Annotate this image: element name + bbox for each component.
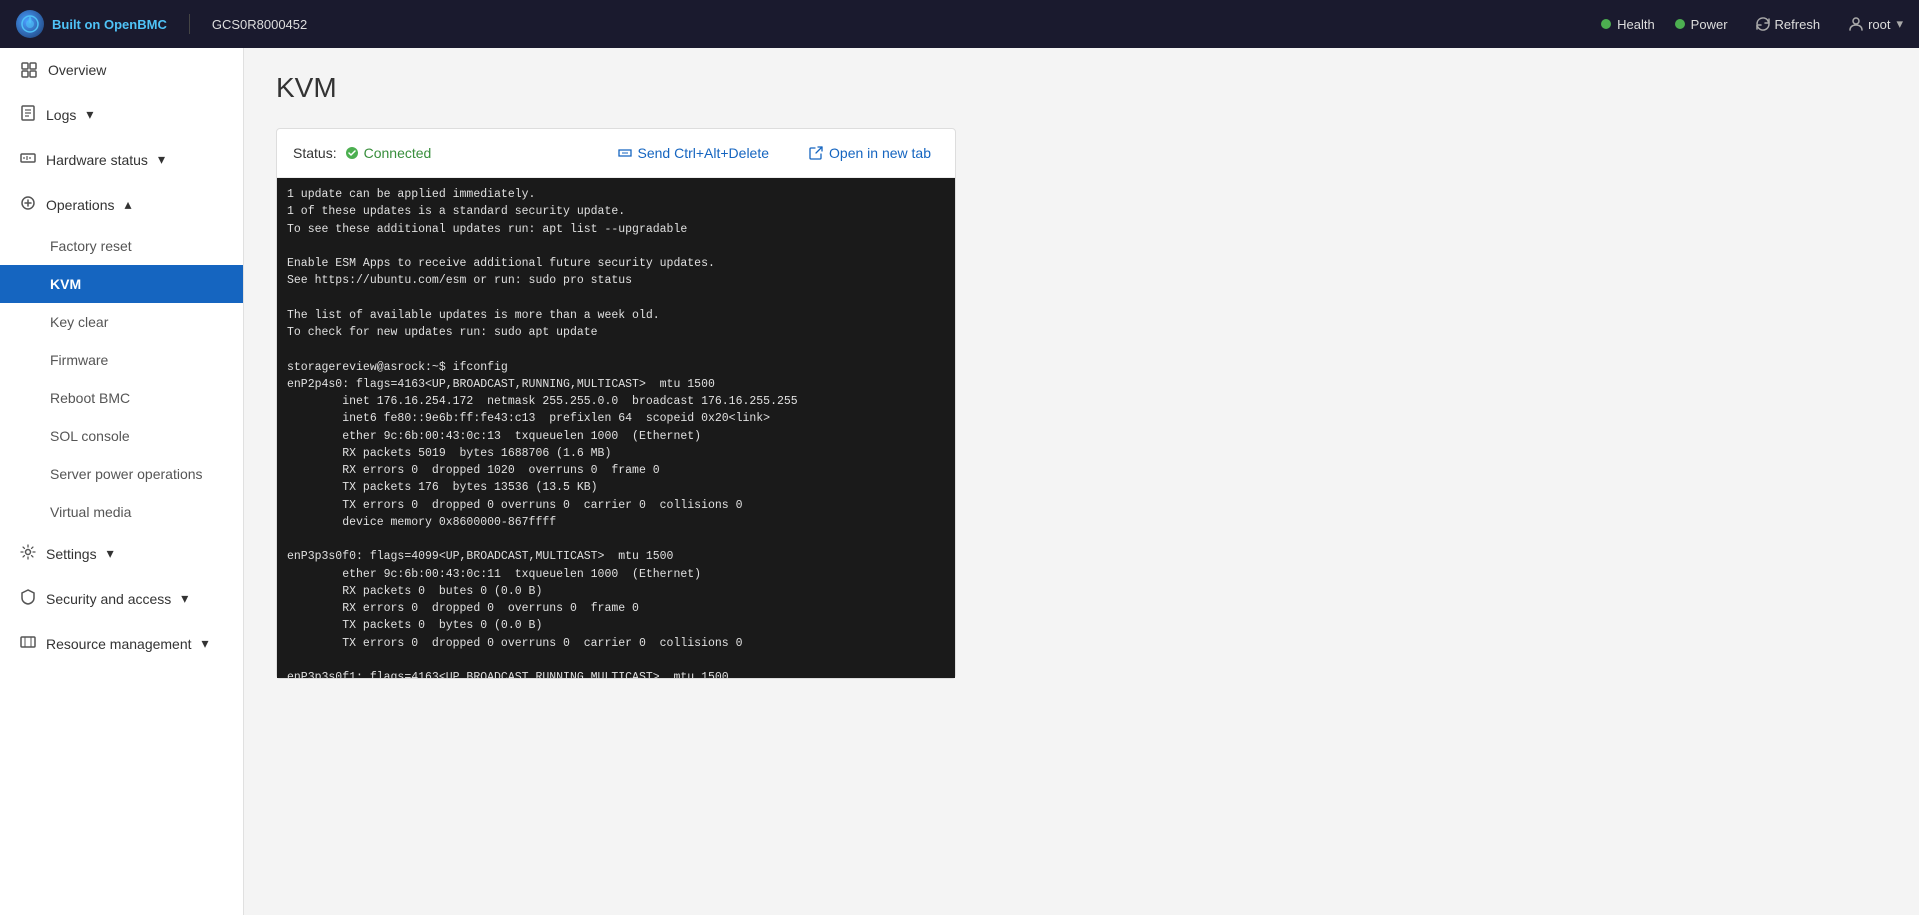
kvm-actions: Send Ctrl+Alt+Delete Open in new tab xyxy=(610,141,940,165)
sidebar-section-security: Security and access ▾ xyxy=(0,576,243,621)
health-label: Health xyxy=(1617,17,1655,32)
sidebar-item-logs[interactable]: Logs ▾ xyxy=(0,92,243,137)
topbar: Built on OpenBMC GCS0R8000452 Health Pow… xyxy=(0,0,1919,48)
sidebar-item-firmware[interactable]: Firmware xyxy=(0,341,243,379)
sidebar-security-label: Security and access xyxy=(46,591,171,607)
sidebar-item-security[interactable]: Security and access ▾ xyxy=(0,576,243,621)
sidebar-hardware-label: Hardware status xyxy=(46,152,148,168)
sidebar-item-operations[interactable]: Operations ▴ xyxy=(0,182,243,227)
logs-chevron: ▾ xyxy=(86,106,93,123)
sidebar-item-key-clear[interactable]: Key clear xyxy=(0,303,243,341)
open-new-tab-icon xyxy=(809,146,823,160)
sidebar-overview-label: Overview xyxy=(48,62,223,78)
sidebar-item-overview[interactable]: Overview xyxy=(0,48,243,92)
kvm-status-row: Status: Connected xyxy=(293,145,431,161)
openbmc-logo-icon xyxy=(16,10,44,38)
sidebar-item-virtual-media[interactable]: Virtual media xyxy=(0,493,243,531)
refresh-icon xyxy=(1756,17,1770,31)
sidebar-section-logs: Logs ▾ xyxy=(0,92,243,137)
sidebar-item-kvm[interactable]: KVM xyxy=(0,265,243,303)
sidebar-resource-label: Resource management xyxy=(46,636,192,652)
security-icon xyxy=(20,589,36,608)
operations-icon xyxy=(20,195,36,214)
kvm-toolbar: Status: Connected xyxy=(277,129,955,178)
resource-icon xyxy=(20,634,36,653)
kvm-terminal[interactable]: 1 update can be applied immediately. 1 o… xyxy=(277,178,955,678)
topbar-device-id: GCS0R8000452 xyxy=(212,17,307,32)
open-new-tab-button[interactable]: Open in new tab xyxy=(801,141,939,165)
sidebar-logs-label: Logs xyxy=(46,107,76,123)
operations-chevron: ▴ xyxy=(124,196,131,213)
sidebar-item-reboot-bmc[interactable]: Reboot BMC xyxy=(0,379,243,417)
kvm-panel: Status: Connected xyxy=(276,128,956,679)
sidebar-item-resource-mgmt[interactable]: Resource management ▾ xyxy=(0,621,243,666)
sidebar-item-hardware-status[interactable]: Hardware status ▾ xyxy=(0,137,243,182)
topbar-divider xyxy=(189,14,190,34)
sidebar-section-operations: Operations ▴ Factory reset KVM Key clear… xyxy=(0,182,243,531)
status-label: Status: xyxy=(293,145,337,161)
user-icon xyxy=(1848,16,1864,32)
logs-icon xyxy=(20,105,36,124)
page-title: KVM xyxy=(276,72,1887,104)
sidebar-section-settings: Settings ▾ xyxy=(0,531,243,576)
resource-chevron: ▾ xyxy=(202,635,209,652)
sidebar-item-server-power[interactable]: Server power operations xyxy=(0,455,243,493)
sidebar-settings-label: Settings xyxy=(46,546,97,562)
topbar-logo-text: Built on OpenBMC xyxy=(52,17,167,32)
topbar-left: Built on OpenBMC GCS0R8000452 xyxy=(16,10,307,38)
power-dot xyxy=(1675,19,1685,29)
main-layout: Overview Logs ▾ xyxy=(0,48,1919,915)
content-area: KVM Status: Connected xyxy=(244,48,1919,915)
sidebar-section-hardware: Hardware status ▾ xyxy=(0,137,243,182)
security-chevron: ▾ xyxy=(181,590,188,607)
topbar-right: Health Power Refresh root ▾ xyxy=(1601,13,1903,36)
connected-checkmark-icon xyxy=(345,146,359,160)
hardware-chevron: ▾ xyxy=(158,151,165,168)
health-dot xyxy=(1601,19,1611,29)
refresh-button[interactable]: Refresh xyxy=(1748,13,1829,36)
sidebar: Overview Logs ▾ xyxy=(0,48,244,915)
sidebar-section-resource: Resource management ▾ xyxy=(0,621,243,666)
settings-chevron: ▾ xyxy=(107,545,114,562)
sidebar-item-settings[interactable]: Settings ▾ xyxy=(0,531,243,576)
root-menu[interactable]: root ▾ xyxy=(1848,16,1903,32)
connected-badge: Connected xyxy=(345,145,432,161)
topbar-health-status: Health xyxy=(1601,17,1655,32)
power-label: Power xyxy=(1691,17,1728,32)
overview-icon xyxy=(20,61,38,79)
sidebar-item-sol-console[interactable]: SOL console xyxy=(0,417,243,455)
keyboard-icon xyxy=(618,146,632,160)
hardware-icon xyxy=(20,150,36,169)
sidebar-item-factory-reset[interactable]: Factory reset xyxy=(0,227,243,265)
settings-icon xyxy=(20,544,36,563)
send-ctrl-alt-delete-button[interactable]: Send Ctrl+Alt+Delete xyxy=(610,141,778,165)
topbar-logo: Built on OpenBMC xyxy=(16,10,167,38)
topbar-power-status: Power xyxy=(1675,17,1728,32)
sidebar-operations-label: Operations xyxy=(46,197,114,213)
